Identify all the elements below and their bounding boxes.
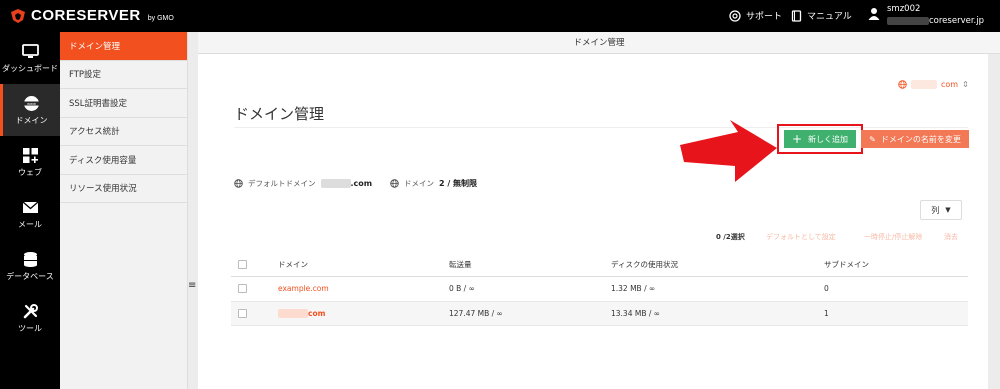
domain-count-label: ドメイン: [404, 179, 434, 188]
domain-table: ドメイン 転送量 ディスクの使用状況 サブドメイン example.com 0 …: [231, 253, 968, 326]
nav-web-label: ウェブ: [18, 167, 42, 177]
disk-value: 1.32 MB / ∞: [611, 284, 656, 294]
col-domain: ドメイン: [278, 260, 308, 269]
set-default-button[interactable]: デフォルトとして設定: [766, 232, 836, 242]
logo[interactable]: CORESERVER by GMO: [10, 7, 174, 24]
book-icon: [791, 9, 802, 22]
default-domain-label: デフォルトドメイン: [248, 179, 316, 188]
main-panel: com ⇕ ドメイン管理 + 新しく追加 ✎ ドメインの名前を変更 デフォルトド…: [198, 54, 988, 389]
row-checkbox[interactable]: [238, 308, 247, 318]
main-nav: ダッシュボード www ドメイン ウェブ メール データベース ツール: [0, 32, 60, 389]
logo-text: CORESERVER: [31, 7, 141, 24]
globe-icon: [898, 80, 907, 89]
collapse-handle-icon[interactable]: ≡: [188, 280, 196, 291]
top-bar: CORESERVER by GMO サポート マニュアル smz002 core…: [0, 0, 1000, 32]
add-domain-button[interactable]: + 新しく追加: [784, 130, 856, 148]
domain-link[interactable]: com: [308, 309, 325, 318]
www-icon: www: [24, 95, 39, 111]
globe-icon: [234, 179, 243, 188]
svg-text:www: www: [27, 102, 36, 106]
domain-name-redacted: [278, 308, 308, 318]
logo-sub: by GMO: [147, 15, 174, 22]
chevron-updown-icon: ⇕: [962, 80, 969, 89]
subnav-access-stats[interactable]: アクセス統計: [60, 118, 187, 146]
sub-nav: ドメイン管理 FTP設定 SSL証明書設定 アクセス統計 ディスク使用容量 リソ…: [60, 32, 188, 389]
logo-shield-icon: [11, 8, 25, 23]
envelope-icon: [22, 201, 38, 213]
table-header: ドメイン 転送量 ディスクの使用状況 サブドメイン: [231, 253, 968, 277]
domain-selector[interactable]: com ⇕: [898, 80, 969, 89]
database-icon: [23, 251, 37, 267]
suspend-button[interactable]: 一時停止/停止解除: [864, 232, 922, 242]
table-row[interactable]: com 127.47 MB / ∞ 13.34 MB / ∞ 1: [231, 301, 968, 326]
support-label: サポート: [746, 12, 783, 22]
nav-mail[interactable]: メール: [0, 188, 60, 240]
col-disk: ディスクの使用状況: [611, 260, 678, 269]
subdomain-count: 0: [824, 284, 829, 294]
rename-domain-button[interactable]: ✎ ドメインの名前を変更: [861, 130, 969, 148]
manual-label: マニュアル: [807, 12, 852, 22]
page-title: ドメイン管理: [234, 105, 325, 123]
nav-tools[interactable]: ツール: [0, 292, 60, 344]
user-id: smz002: [887, 4, 921, 14]
monitor-icon: [21, 43, 39, 58]
nav-database-label: データベース: [6, 271, 54, 281]
default-domain-redacted: [320, 179, 351, 188]
col-subdomain: サブドメイン: [824, 260, 869, 269]
nav-web[interactable]: ウェブ: [0, 136, 60, 188]
nav-domain-label: ドメイン: [15, 115, 48, 125]
domain-link[interactable]: example.com: [278, 284, 329, 293]
red-pointer-arrow: [680, 120, 777, 182]
tools-icon: [23, 303, 38, 318]
subnav-disk-usage[interactable]: ディスク使用容量: [60, 146, 187, 175]
columns-label: 列: [931, 205, 940, 215]
plus-icon: +: [791, 132, 803, 146]
lifebuoy-icon: [729, 9, 741, 22]
pencil-icon: ✎: [869, 134, 876, 144]
delete-button[interactable]: 消去: [944, 232, 958, 242]
disk-value: 13.34 MB / ∞: [611, 308, 661, 318]
manual-link[interactable]: マニュアル: [791, 9, 852, 22]
domain-count-value: 2 / 無制限: [439, 179, 478, 188]
domain-redacted: [911, 80, 937, 89]
caret-down-icon: ▼: [945, 206, 951, 214]
subnav-resource-usage[interactable]: リソース使用状況: [60, 175, 187, 203]
table-row[interactable]: example.com 0 B / ∞ 1.32 MB / ∞ 0: [231, 277, 968, 302]
domain-selector-value: com: [941, 80, 959, 89]
col-transfer: 転送量: [449, 260, 472, 269]
select-all-checkbox[interactable]: [238, 260, 247, 269]
subdomain-count: 1: [824, 308, 829, 318]
breadcrumb: ドメイン管理: [198, 32, 1000, 54]
transfer-value: 127.47 MB / ∞: [449, 308, 503, 318]
support-link[interactable]: サポート: [729, 9, 782, 22]
selection-count: 0 /2選択: [716, 233, 745, 241]
user-domain: coreserver.jp: [929, 16, 984, 26]
default-domain-info: デフォルトドメイン .com: [234, 178, 372, 189]
user-name-redacted: [887, 16, 929, 25]
nav-mail-label: メール: [18, 219, 42, 229]
nav-tools-label: ツール: [18, 323, 42, 333]
globe-icon: [390, 179, 399, 188]
add-domain-label: 新しく追加: [808, 134, 849, 144]
domain-count-info: ドメイン 2 / 無制限: [390, 178, 477, 189]
nav-domain[interactable]: www ドメイン: [0, 84, 60, 136]
default-domain-value: .com: [350, 179, 373, 188]
grid-plus-icon: [22, 147, 38, 163]
user-icon: [868, 8, 880, 20]
nav-database[interactable]: データベース: [0, 240, 60, 292]
nav-dashboard[interactable]: ダッシュボード: [0, 32, 60, 84]
columns-button[interactable]: 列 ▼: [920, 200, 962, 220]
row-checkbox[interactable]: [238, 284, 247, 294]
subnav-ssl[interactable]: SSL証明書設定: [60, 89, 187, 118]
user-menu[interactable]: smz002 coreserver.jp: [868, 3, 984, 27]
nav-dashboard-label: ダッシュボード: [2, 63, 58, 73]
rename-domain-label: ドメインの名前を変更: [880, 134, 961, 144]
subnav-ftp[interactable]: FTP設定: [60, 61, 187, 89]
subnav-domain-management[interactable]: ドメイン管理: [60, 32, 187, 61]
domain-link-redacted[interactable]: com: [278, 308, 325, 318]
transfer-value: 0 B / ∞: [449, 284, 475, 294]
